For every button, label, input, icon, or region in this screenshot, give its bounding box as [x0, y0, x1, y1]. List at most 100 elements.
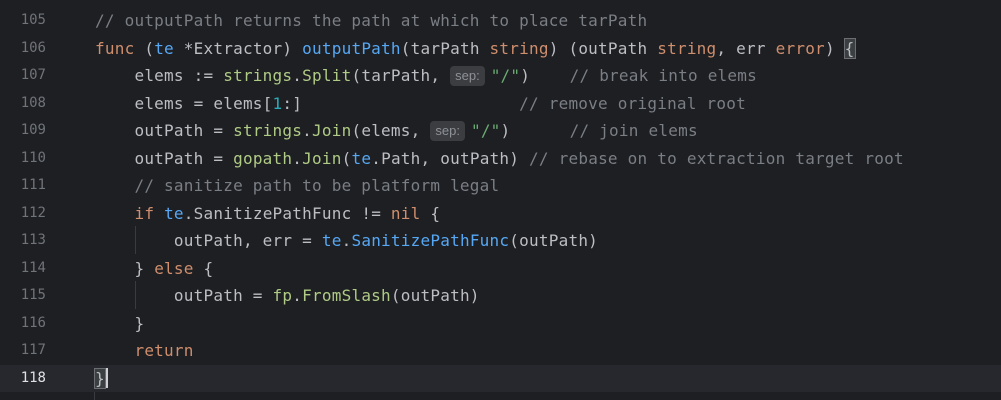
code-text[interactable]: if te.SanitizePathFunc != nil { — [95, 200, 440, 228]
code-line[interactable]: 112 if te.SanitizePathFunc != nil { — [0, 200, 1001, 228]
code-token: Split — [302, 66, 352, 85]
code-token: strings — [233, 121, 303, 140]
code-token: else — [154, 258, 194, 278]
code-token: "/" — [470, 121, 501, 140]
code-text[interactable]: outPath = fp.FromSlash(outPath) — [95, 282, 480, 310]
code-token: (outPath) — [390, 286, 480, 305]
code-line[interactable]: 117 return — [0, 337, 1001, 365]
code-text[interactable]: outPath, err = te.SanitizePathFunc(outPa… — [95, 227, 598, 255]
line-number: 107 — [20, 67, 46, 83]
code-token: (outPath) — [509, 231, 599, 250]
line-number: 115 — [20, 287, 46, 303]
code-token: te — [351, 148, 372, 168]
code-token: "/" — [490, 66, 521, 85]
code-token: ) — [824, 38, 845, 58]
code-token: te — [321, 231, 342, 250]
code-text[interactable]: func (te *Extractor) outputPath(tarPath … — [95, 35, 856, 63]
code-token: // sanitize path to be platform legal — [134, 176, 500, 195]
code-text[interactable]: } — [95, 310, 144, 338]
code-line[interactable]: 115 outPath = fp.FromSlash(outPath) — [0, 282, 1001, 310]
line-number: 109 — [20, 122, 46, 138]
code-token: , err — [716, 38, 776, 58]
code-line[interactable]: 106 func (te *Extractor) outputPath(tarPa… — [0, 35, 1001, 63]
line-number: 110 — [20, 149, 46, 166]
code-text[interactable]: elems := strings.Split(tarPath, sep: "/")… — [95, 62, 757, 90]
code-token: (elems, — [351, 121, 431, 140]
line-number: 111 — [20, 177, 46, 193]
line-number: 113 — [20, 232, 46, 248]
code-token: // break into elems — [569, 66, 758, 85]
code-text[interactable]: // sanitize path to be platform legal — [95, 172, 499, 200]
line-number: 106 — [20, 39, 46, 56]
code-token: outputPath — [302, 38, 401, 58]
code-line[interactable]: 108 elems = elems[1:] // remove original… — [0, 90, 1001, 118]
code-line[interactable]: 109 outPath = strings.Join(elems, sep: "/… — [0, 117, 1001, 145]
code-token: gopath — [233, 148, 293, 168]
line-number: 105 — [20, 12, 46, 28]
line-number: 116 — [20, 314, 46, 331]
code-line[interactable]: 110 outPath = gopath.Join(te.Path, outPa… — [0, 145, 1001, 173]
line-number: 118 — [20, 369, 46, 386]
line-number: 117 — [20, 342, 46, 358]
code-editor[interactable]: 105 // outputPath returns the path at whi… — [0, 0, 1001, 400]
code-token: outPath = — [95, 148, 234, 168]
code-token: . — [292, 148, 303, 168]
code-token: . — [341, 231, 352, 250]
code-token: fp — [272, 286, 293, 305]
code-token: ) — [520, 66, 570, 85]
code-token: // rebase on to extraction target root — [529, 148, 904, 168]
code-line[interactable]: 118} — [0, 364, 1001, 393]
parameter-hint: sep: — [450, 66, 485, 86]
code-token: } — [95, 313, 145, 333]
code-line[interactable]: 116 } — [0, 310, 1001, 338]
code-token: :] — [282, 93, 520, 113]
code-token: . — [292, 286, 303, 305]
code-text[interactable]: // outputPath returns the path at which … — [95, 7, 647, 35]
code-token: { — [420, 203, 441, 223]
code-text[interactable]: elems = elems[1:] // remove original roo… — [95, 90, 746, 118]
code-line[interactable]: 107 elems := strings.Split(tarPath, sep:… — [0, 62, 1001, 90]
code-token: // join elems — [569, 121, 698, 140]
code-text[interactable]: } — [94, 365, 108, 393]
code-line[interactable]: 111 // sanitize path to be platform lega… — [0, 172, 1001, 200]
code-token: te — [164, 203, 184, 223]
code-token: nil — [390, 203, 421, 223]
code-token: { — [193, 258, 214, 278]
code-token: return — [134, 341, 194, 360]
code-token: Join — [312, 121, 352, 140]
parameter-hint: sep: — [430, 121, 465, 141]
text-caret — [105, 367, 108, 388]
code-token: elems := — [95, 66, 224, 85]
code-token: // remove original root — [519, 93, 746, 113]
code-line[interactable]: 114 } else { — [0, 255, 1001, 283]
code-token: if — [134, 203, 155, 223]
code-text[interactable]: } else { — [95, 255, 213, 283]
code-token: . — [292, 66, 303, 85]
matched-brace: } — [94, 367, 106, 389]
code-token: SanitizePathFunc — [351, 231, 510, 250]
code-token: outPath = — [95, 286, 273, 305]
code-token: } — [95, 258, 155, 278]
code-token: elems = elems[ — [95, 93, 273, 113]
code-token: ) — [500, 121, 570, 140]
code-token: outPath, err = — [95, 231, 322, 250]
code-token: ( — [134, 38, 155, 58]
code-token: error — [775, 38, 825, 58]
code-token: func — [95, 38, 135, 58]
code-token: string — [489, 38, 549, 58]
code-line[interactable]: 105 // outputPath returns the path at whi… — [0, 7, 1001, 35]
code-text[interactable]: outPath = strings.Join(elems, sep: "/") /… — [95, 117, 698, 145]
code-token: Join — [302, 148, 342, 168]
line-number: 108 — [20, 94, 46, 111]
code-token: string — [657, 38, 717, 58]
code-line[interactable]: 113 outPath, err = te.SanitizePathFunc(o… — [0, 227, 1001, 255]
code-token: ) (outPath — [548, 38, 658, 58]
code-token: strings — [223, 66, 293, 85]
code-token: .Path, outPath) — [371, 148, 530, 168]
code-text[interactable]: outPath = gopath.Join(te.Path, outPath) … — [95, 145, 904, 173]
code-text[interactable]: return — [95, 337, 194, 365]
code-token: *Extractor) — [173, 38, 303, 58]
